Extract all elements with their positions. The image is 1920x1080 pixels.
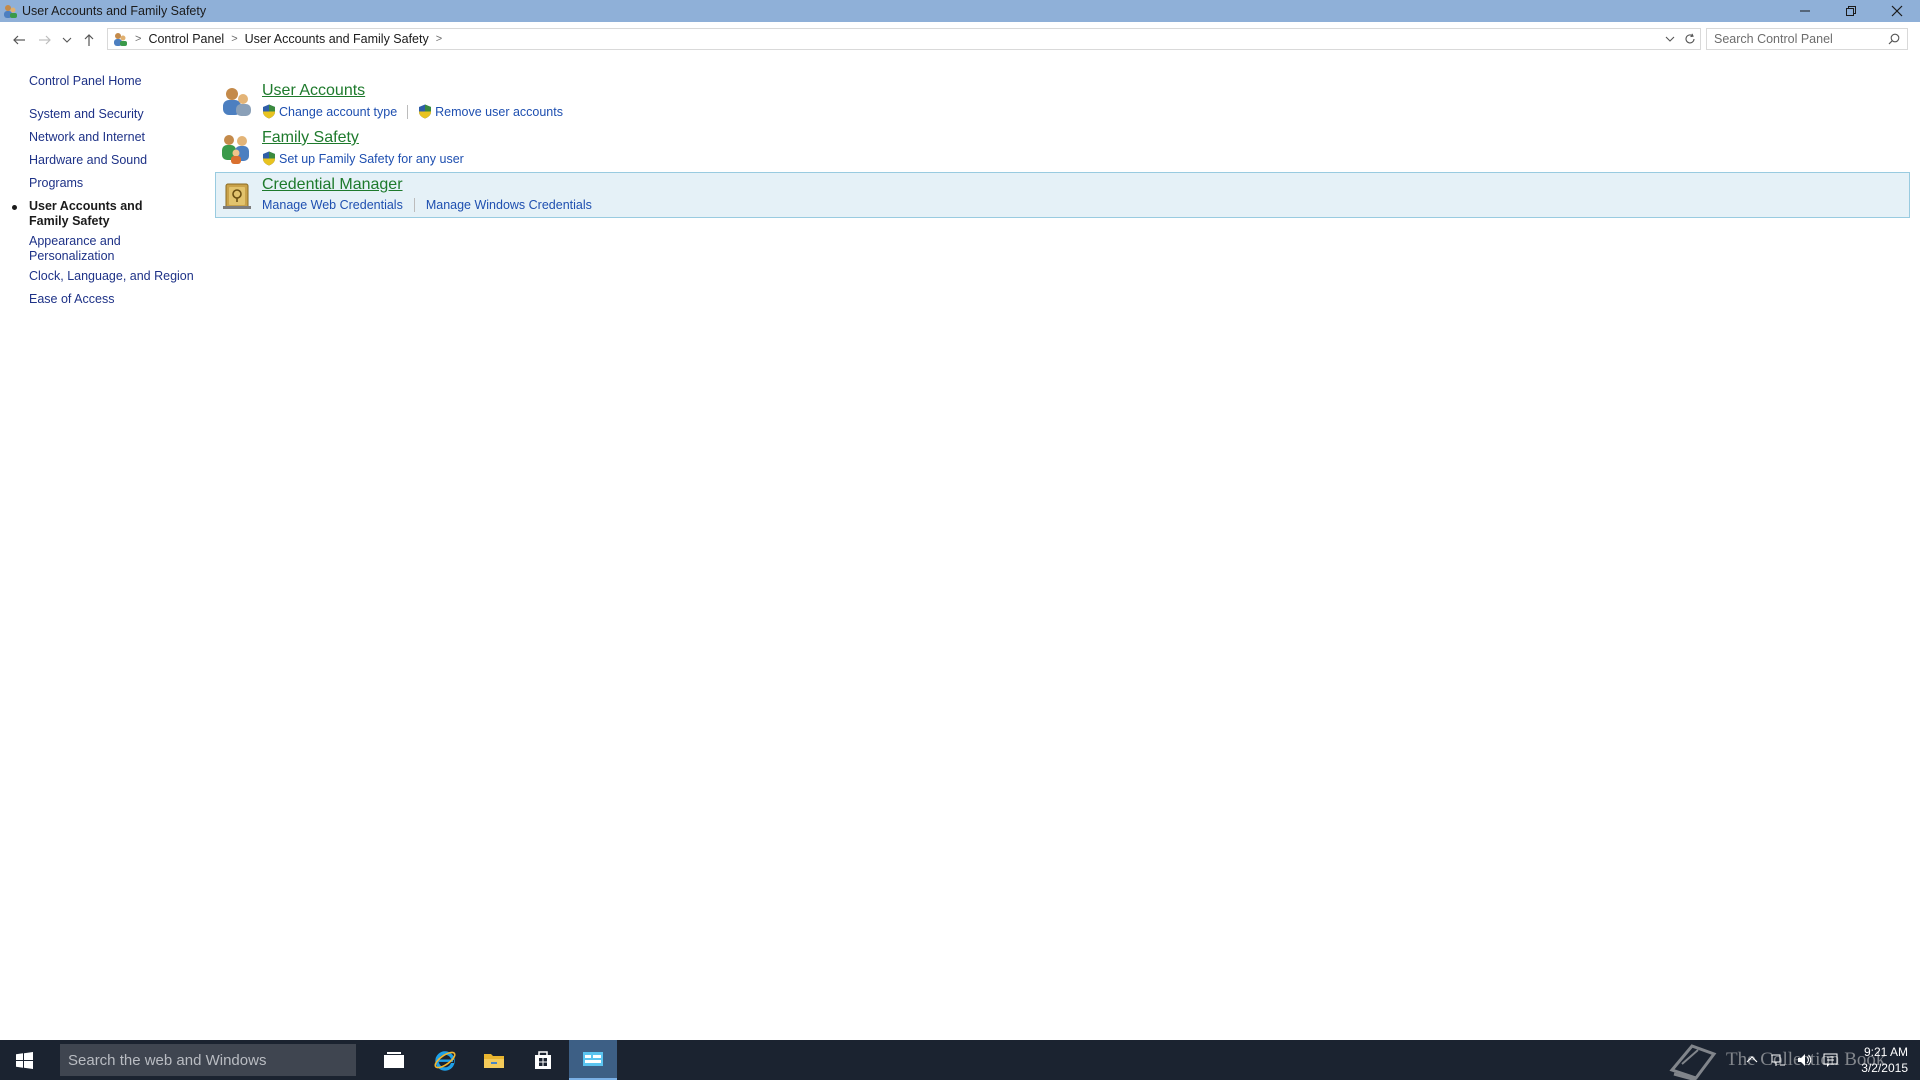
breadcrumb-separator[interactable]: > — [135, 33, 141, 45]
address-history-button[interactable] — [1660, 29, 1680, 49]
volume-icon[interactable] — [1796, 1052, 1812, 1068]
minimize-icon — [1800, 10, 1810, 12]
restore-icon — [1846, 6, 1856, 16]
manage-windows-credentials-link[interactable]: Manage Windows Credentials — [426, 198, 592, 212]
remove-user-accounts-label: Remove user accounts — [435, 104, 563, 119]
restore-button[interactable] — [1828, 0, 1874, 22]
search-box[interactable] — [1706, 28, 1908, 50]
chevron-up-icon[interactable] — [1744, 1052, 1760, 1068]
task-view-button[interactable] — [370, 1040, 418, 1080]
sidebar-item-user-accounts-and-family-safety[interactable]: User Accounts and Family Safety — [29, 199, 179, 229]
sidebar-item-clock-language-and-region[interactable]: Clock, Language, and Region — [29, 269, 194, 284]
windows-logo-icon — [15, 1051, 33, 1069]
user-accounts-link[interactable]: User Accounts — [262, 82, 365, 100]
window-title: User Accounts and Family Safety — [22, 4, 207, 18]
breadcrumb-separator[interactable]: > — [231, 33, 237, 45]
internet-explorer-button[interactable] — [421, 1040, 469, 1080]
sidebar-item-appearance-and-personalization[interactable]: Appearance and Personalization — [29, 234, 139, 264]
minimize-button[interactable] — [1782, 0, 1828, 22]
uac-shield-icon — [263, 151, 275, 166]
sidebar-item-system-and-security[interactable]: System and Security — [29, 107, 144, 122]
refresh-button[interactable] — [1680, 29, 1700, 49]
forward-button[interactable] — [32, 27, 58, 53]
user-accounts-icon[interactable] — [219, 84, 253, 118]
control-panel-icon — [114, 33, 127, 46]
up-button[interactable] — [76, 27, 102, 53]
arrow-left-icon — [13, 35, 25, 45]
breadcrumb-separator[interactable]: > — [436, 33, 442, 45]
category-credential-manager: Credential Manager Manage Web Credential… — [215, 172, 1910, 218]
taskbar-search-input[interactable] — [60, 1051, 340, 1069]
category-family-safety: Family Safety Set up Family Safety for a… — [215, 124, 1910, 170]
set-up-family-safety-label: Set up Family Safety for any user — [279, 151, 464, 166]
sidebar-item-programs[interactable]: Programs — [29, 176, 83, 191]
refresh-icon — [1685, 33, 1695, 44]
remove-user-accounts-link[interactable]: Remove user accounts — [418, 104, 563, 119]
family-safety-icon[interactable] — [219, 131, 253, 165]
address-bar[interactable]: > Control Panel > User Accounts and Fami… — [107, 28, 1701, 50]
back-button[interactable] — [6, 27, 32, 53]
link-divider — [413, 198, 415, 212]
chevron-down-icon — [62, 37, 72, 43]
credential-manager-icon[interactable] — [221, 178, 255, 212]
store-button[interactable] — [519, 1040, 567, 1080]
control-panel-home-link[interactable]: Control Panel Home — [29, 74, 142, 89]
sidebar-item-ease-of-access[interactable]: Ease of Access — [29, 292, 114, 307]
folder-icon — [484, 1054, 504, 1068]
clock-date: 3/2/2015 — [1861, 1061, 1908, 1075]
breadcrumb-control-panel[interactable]: Control Panel — [148, 32, 224, 46]
network-icon[interactable] — [1770, 1052, 1786, 1068]
file-explorer-button[interactable] — [470, 1040, 518, 1080]
start-button[interactable] — [0, 1040, 48, 1080]
internet-explorer-icon — [434, 1051, 456, 1071]
family-safety-link[interactable]: Family Safety — [262, 129, 359, 147]
manage-web-credentials-link[interactable]: Manage Web Credentials — [262, 198, 403, 212]
taskbar: The Collection Book 9:21 AM 3/2/2015 — [0, 1040, 1920, 1080]
sidebar-item-hardware-and-sound[interactable]: Hardware and Sound — [29, 153, 147, 168]
control-panel-taskbar-button[interactable] — [569, 1040, 617, 1080]
task-view-icon — [384, 1052, 404, 1068]
uac-shield-icon — [419, 104, 432, 119]
chevron-down-icon — [1665, 36, 1675, 42]
title-bar: User Accounts and Family Safety — [0, 0, 1920, 22]
credential-manager-link[interactable]: Credential Manager — [262, 176, 403, 194]
arrow-up-icon — [84, 34, 94, 46]
navigation-bar: > Control Panel > User Accounts and Fami… — [0, 24, 1920, 56]
change-account-type-link[interactable]: Change account type — [262, 104, 397, 119]
recent-locations-button[interactable] — [58, 27, 76, 53]
clock[interactable]: 9:21 AM 3/2/2015 — [1861, 1044, 1908, 1076]
control-panel-icon — [583, 1052, 603, 1066]
clock-time: 9:21 AM — [1863, 1045, 1908, 1059]
uac-shield-icon — [263, 104, 275, 119]
breadcrumb-user-accounts[interactable]: User Accounts and Family Safety — [245, 32, 429, 46]
taskbar-search-box[interactable] — [60, 1044, 356, 1076]
category-user-accounts: User Accounts Change account type Remove… — [215, 77, 1910, 123]
action-center-icon[interactable] — [1822, 1052, 1838, 1068]
set-up-family-safety-link[interactable]: Set up Family Safety for any user — [262, 151, 464, 166]
sidebar-item-network-and-internet[interactable]: Network and Internet — [29, 130, 145, 145]
link-divider — [407, 104, 409, 119]
book-icon — [1669, 1044, 1717, 1080]
arrow-right-icon — [39, 35, 51, 45]
current-item-bullet — [12, 205, 17, 210]
search-icon[interactable] — [1888, 33, 1900, 45]
close-icon — [1891, 5, 1903, 17]
change-account-type-label: Change account type — [279, 104, 398, 119]
search-input[interactable] — [1707, 32, 1877, 46]
user-accounts-icon — [4, 5, 17, 18]
close-button[interactable] — [1874, 0, 1920, 22]
store-icon — [535, 1051, 551, 1069]
